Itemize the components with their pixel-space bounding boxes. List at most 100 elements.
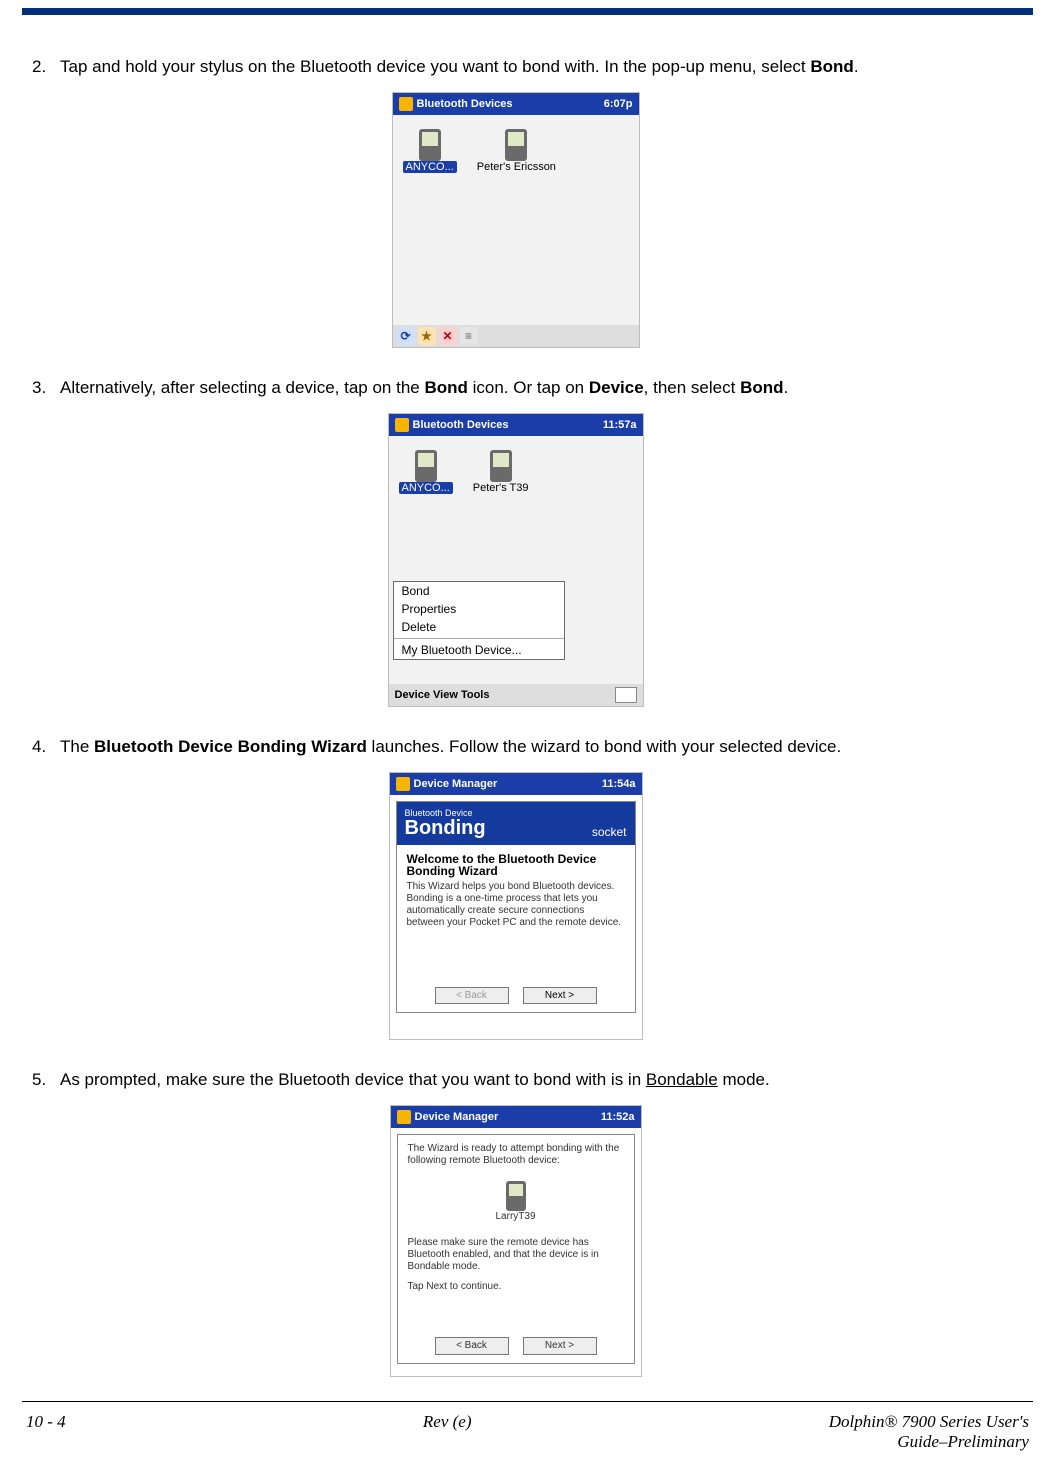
start-icon: [395, 418, 409, 432]
menu-divider: [394, 638, 564, 639]
brand-label: socket: [592, 825, 627, 839]
wizard-text: This Wizard helps you bond Bluetooth dev…: [407, 881, 625, 929]
step-number: 5.: [32, 1068, 60, 1091]
next-button[interactable]: Next >: [523, 1337, 597, 1355]
step-number: 3.: [32, 376, 60, 399]
bold: Bond: [810, 57, 853, 76]
page-footer: 10 - 4 Rev (e) Dolphin® 7900 Series User…: [0, 1402, 1055, 1452]
delete-icon[interactable]: ✕: [439, 327, 457, 345]
step-text: Alternatively, after selecting a device,…: [60, 376, 999, 399]
target-device: LarryT39: [408, 1181, 624, 1223]
wizard-heading: Welcome to the Bluetooth Device Bonding …: [407, 853, 625, 877]
underline: Bondable: [646, 1070, 718, 1089]
device-list: ANYCO... Peter's Ericsson: [393, 115, 639, 187]
device-item[interactable]: Peter's T39: [473, 450, 529, 494]
text: Tap and hold your stylus on the Bluetoot…: [60, 57, 810, 76]
phone-icon: [505, 129, 527, 161]
text: , then select: [644, 378, 740, 397]
back-button[interactable]: < Back: [435, 1337, 509, 1355]
start-icon: [396, 777, 410, 791]
wizard-buttons: < Back Next >: [398, 1337, 634, 1355]
phone-icon: [419, 129, 441, 161]
menu-icon[interactable]: ≡: [460, 327, 478, 345]
start-icon: [397, 1110, 411, 1124]
window-title: Device Manager: [415, 1111, 499, 1123]
title-bar: Device Manager 11:52a: [391, 1106, 641, 1128]
clock: 11:54a: [602, 778, 636, 790]
bold: Device: [589, 378, 644, 397]
device-label: Peter's Ericsson: [477, 161, 556, 173]
step-text: The Bluetooth Device Bonding Wizard laun…: [60, 735, 999, 758]
wizard-panel: Bluetooth Device Bonding socket Welcome …: [396, 801, 636, 1013]
text: .: [784, 378, 789, 397]
text: Dolphin® 7900 Series User's: [829, 1412, 1029, 1432]
toolbar: ⟳ ★ ✕ ≡: [393, 325, 639, 347]
doc-title: Dolphin® 7900 Series User's Guide–Prelim…: [829, 1412, 1029, 1452]
wizard-body: Welcome to the Bluetooth Device Bonding …: [397, 845, 635, 937]
clock: 11:57a: [603, 419, 637, 431]
phone-icon: [506, 1181, 526, 1211]
context-menu: Bond Properties Delete My Bluetooth Devi…: [393, 581, 565, 660]
window-title: Device Manager: [414, 778, 498, 790]
text: launches. Follow the wizard to bond with…: [367, 737, 841, 756]
menu-item-my-device[interactable]: My Bluetooth Device...: [394, 641, 564, 659]
step-2: 2. Tap and hold your stylus on the Bluet…: [32, 55, 999, 78]
title-bar: Bluetooth Devices 6:07p: [393, 93, 639, 115]
header-rule: [22, 8, 1033, 15]
text: mode.: [718, 1070, 770, 1089]
device-item[interactable]: ANYCO...: [403, 129, 457, 173]
step-number: 2.: [32, 55, 60, 78]
window-title: Bluetooth Devices: [417, 98, 513, 110]
bold: Bluetooth Device Bonding Wizard: [94, 737, 367, 756]
text: .: [854, 57, 859, 76]
text: Guide–Preliminary: [829, 1432, 1029, 1452]
step-text: As prompted, make sure the Bluetooth dev…: [60, 1068, 999, 1091]
title-bar: Device Manager 11:54a: [390, 773, 642, 795]
menu-item-delete[interactable]: Delete: [394, 618, 564, 636]
device-item[interactable]: Peter's Ericsson: [477, 129, 556, 173]
text: As prompted, make sure the Bluetooth dev…: [60, 1070, 646, 1089]
next-button[interactable]: Next >: [523, 987, 597, 1004]
clock: 6:07p: [604, 98, 633, 110]
revision: Rev (e): [423, 1412, 472, 1452]
step-4: 4. The Bluetooth Device Bonding Wizard l…: [32, 735, 999, 758]
step-number: 4.: [32, 735, 60, 758]
wizard-text: The Wizard is ready to attempt bonding w…: [408, 1143, 624, 1167]
menu-bar-text[interactable]: Device View Tools: [395, 689, 490, 701]
device-label: Peter's T39: [473, 482, 529, 494]
wizard-text: Tap Next to continue.: [408, 1281, 624, 1293]
text: icon. Or tap on: [468, 378, 589, 397]
back-button[interactable]: < Back: [435, 987, 509, 1004]
bold: Bond: [424, 378, 467, 397]
bond-icon[interactable]: ★: [418, 327, 436, 345]
clock: 11:52a: [601, 1111, 635, 1123]
menu-item-properties[interactable]: Properties: [394, 600, 564, 618]
document-body: 2. Tap and hold your stylus on the Bluet…: [0, 15, 1055, 1377]
menu-item-bond[interactable]: Bond: [394, 582, 564, 600]
screenshot-bluetooth-devices: Bluetooth Devices 6:07p ANYCO... Peter's…: [392, 92, 640, 348]
screenshot-bondable-prompt: Device Manager 11:52a The Wizard is read…: [390, 1105, 642, 1377]
wizard-text: Please make sure the remote device has B…: [408, 1237, 624, 1273]
screenshot-bonding-wizard: Device Manager 11:54a Bluetooth Device B…: [389, 772, 643, 1040]
wizard-panel: The Wizard is ready to attempt bonding w…: [397, 1134, 635, 1364]
step-5: 5. As prompted, make sure the Bluetooth …: [32, 1068, 999, 1091]
device-label: LarryT39: [495, 1211, 535, 1223]
device-list: ANYCO... Peter's T39: [389, 436, 643, 508]
wizard-buttons: < Back Next >: [397, 987, 635, 1004]
phone-icon: [490, 450, 512, 482]
step-3: 3. Alternatively, after selecting a devi…: [32, 376, 999, 399]
menu-bar: Device View Tools: [389, 684, 643, 706]
start-icon: [399, 97, 413, 111]
search-icon[interactable]: ⟳: [397, 327, 415, 345]
device-label: ANYCO...: [399, 482, 453, 494]
bold: Bond: [740, 378, 783, 397]
header-big: Bonding: [405, 817, 486, 839]
text: The: [60, 737, 94, 756]
device-item[interactable]: ANYCO...: [399, 450, 453, 494]
title-bar: Bluetooth Devices 11:57a: [389, 414, 643, 436]
wizard-header: Bluetooth Device Bonding socket: [397, 802, 635, 845]
window-title: Bluetooth Devices: [413, 419, 509, 431]
step-text: Tap and hold your stylus on the Bluetoot…: [60, 55, 999, 78]
keyboard-icon[interactable]: [615, 687, 637, 703]
text: Alternatively, after selecting a device,…: [60, 378, 424, 397]
